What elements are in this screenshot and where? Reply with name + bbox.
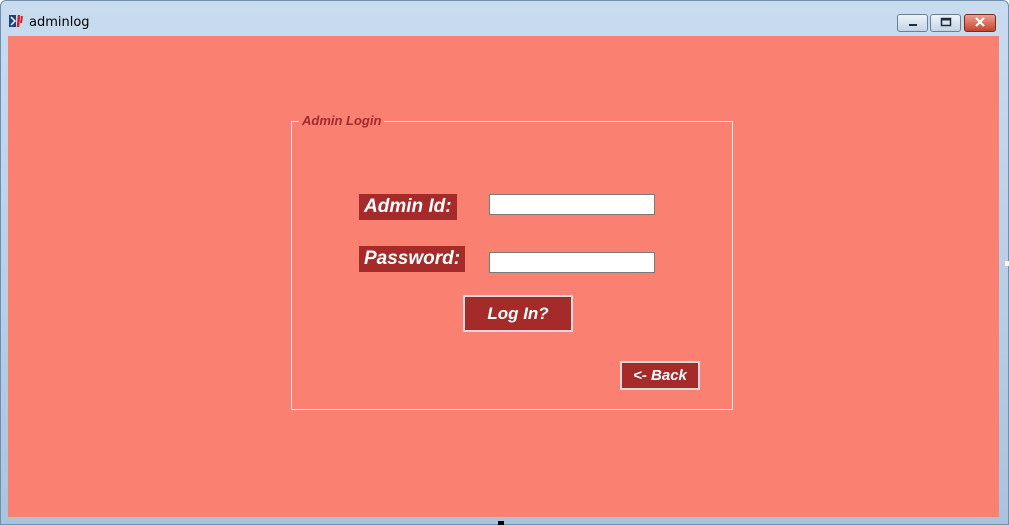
- resize-handle[interactable]: [1005, 261, 1009, 266]
- password-label: Password:: [359, 246, 466, 272]
- window-title: adminlog: [29, 15, 90, 30]
- admin-id-label: Admin Id:: [359, 194, 457, 220]
- minimize-button[interactable]: [897, 14, 928, 32]
- back-button[interactable]: <- Back: [620, 361, 700, 390]
- close-button[interactable]: [964, 14, 996, 32]
- cursor-mark: [498, 521, 504, 525]
- app-window: adminlog Admin Login Admin Id: Password:…: [0, 0, 1009, 525]
- client-area: Admin Login Admin Id: Password: Log In? …: [8, 36, 999, 517]
- close-icon: [974, 14, 986, 32]
- title-bar[interactable]: adminlog: [1, 1, 1008, 35]
- minimize-icon: [908, 14, 918, 32]
- app-icon: [9, 14, 25, 28]
- maximize-icon: [940, 14, 952, 32]
- admin-id-field[interactable]: [489, 194, 655, 215]
- maximize-button[interactable]: [930, 14, 961, 32]
- password-field[interactable]: [489, 252, 655, 273]
- login-button[interactable]: Log In?: [463, 295, 573, 332]
- group-title: Admin Login: [299, 113, 385, 128]
